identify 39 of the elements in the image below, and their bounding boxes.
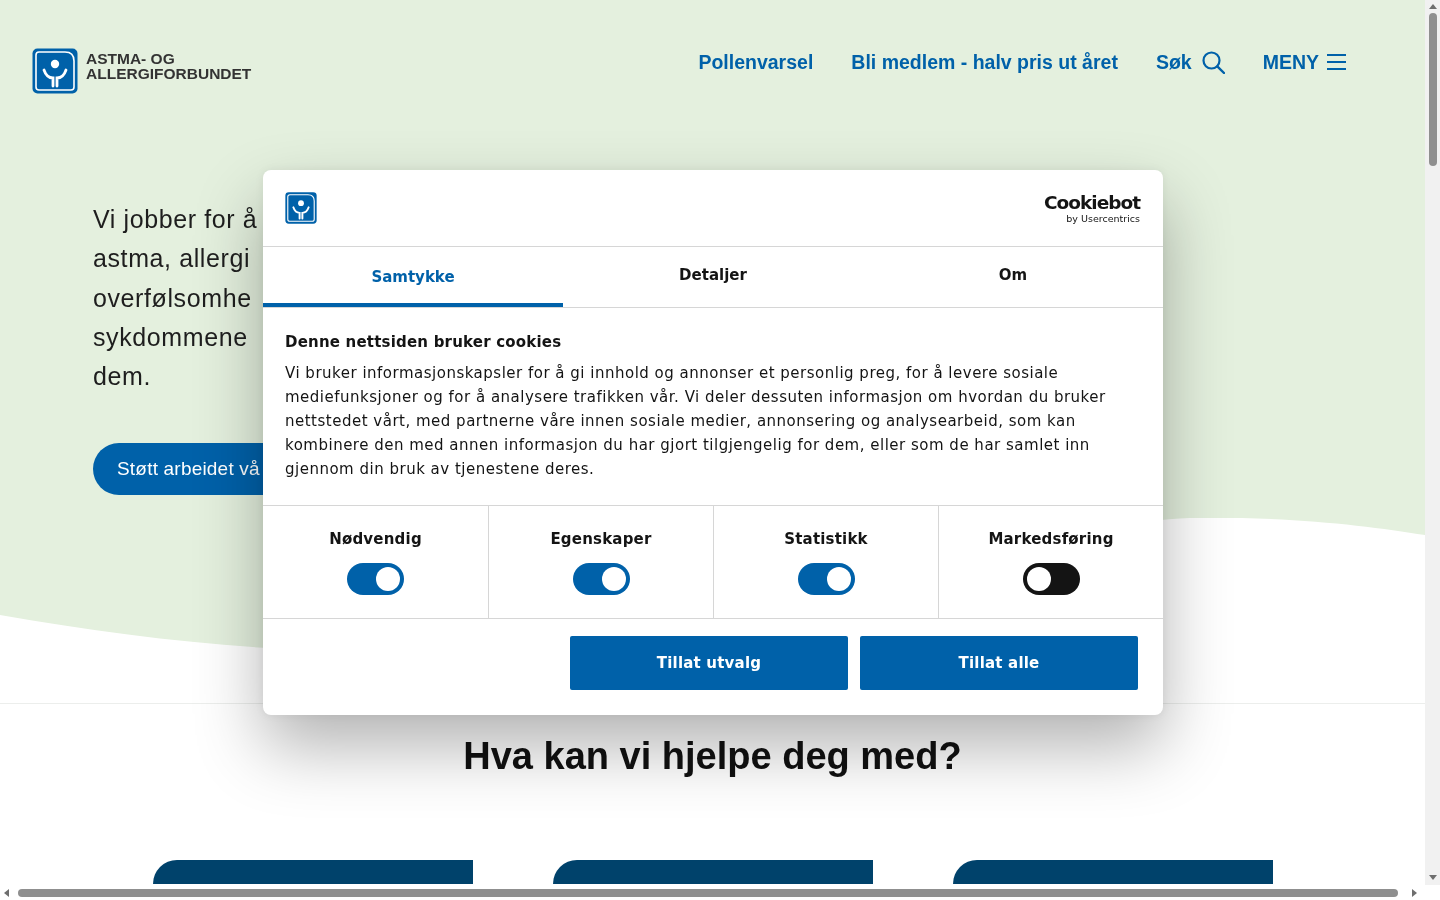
menu-button[interactable]: MENY xyxy=(1262,50,1346,74)
dialog-text: Vi bruker informasjonskapsler for å gi innhold og annonser et personlig preg, for å levere sosiale mediefunksjoner og for å analysere trafikken vår. Vi deler dessuten informasjon om hvordan du bruker nettstedet vårt, med partnerne våre innen sosiale medier, annonsering og analysearbeid, som kan kombinere den med annen informasjon du har gjort tilgjengelig for dem, eller som de har samlet inn gjennom din bruk av tjenestene deres. xyxy=(285,363,1107,480)
logo-wordmark[interactable]: ASTMA- OG ALLERGIFORBUNDET xyxy=(86,51,252,81)
toggle-label: Egenskaper xyxy=(550,529,652,549)
toggle-switch[interactable] xyxy=(347,563,404,595)
hero-text: Vi jobber for å astma, allergi overfølsomhe sykdommene dem. xyxy=(93,204,259,393)
dialog-title: Denne nettsiden bruker cookies xyxy=(285,332,563,352)
tab[interactable]: Samtykke xyxy=(263,247,563,307)
nav-link[interactable]: Pollenvarsel xyxy=(698,50,814,74)
toggle-label: Nødvendig xyxy=(329,529,422,549)
scroll-up-arrow-icon[interactable] xyxy=(1428,4,1437,9)
card[interactable] xyxy=(952,860,1273,884)
menu-icon xyxy=(1327,54,1346,70)
search-icon xyxy=(1201,50,1225,74)
logo-icon[interactable] xyxy=(32,48,78,94)
scroll-left-arrow-icon[interactable] xyxy=(4,888,9,897)
scroll-right-arrow-icon[interactable] xyxy=(1412,888,1417,897)
toggle-switch[interactable] xyxy=(797,563,855,595)
scrollbar-thumb[interactable] xyxy=(18,888,1398,897)
search-button[interactable]: Søk xyxy=(1155,50,1225,74)
logo-icon[interactable] xyxy=(285,192,317,224)
scrollbar-thumb[interactable] xyxy=(1428,13,1437,166)
toggle-label: Markedsføring xyxy=(988,529,1114,549)
brand-logo-text: Cookiebot xyxy=(1044,192,1140,213)
consent-button[interactable]: Tillat alle xyxy=(860,636,1138,690)
vertical-scrollbar[interactable] xyxy=(1425,0,1440,885)
tab[interactable]: Detaljer xyxy=(563,247,863,307)
card[interactable] xyxy=(552,860,873,884)
consent-button[interactable]: Tillat utvalg xyxy=(570,636,848,690)
nav-link[interactable]: Bli medlem - halv pris ut året xyxy=(851,50,1118,74)
brand-byline: by Usercentrics xyxy=(1066,212,1140,224)
card[interactable] xyxy=(152,860,473,884)
toggle-switch[interactable] xyxy=(1022,563,1080,595)
section-heading: Hva kan vi hjelpe deg med? xyxy=(463,734,962,779)
toggle-label: Statistikk xyxy=(784,529,868,549)
support-button[interactable]: Støtt arbeidet vå xyxy=(93,443,263,496)
scroll-down-arrow-icon[interactable] xyxy=(1428,875,1437,880)
tab[interactable]: Om xyxy=(863,247,1163,307)
toggle-switch[interactable] xyxy=(572,563,630,595)
